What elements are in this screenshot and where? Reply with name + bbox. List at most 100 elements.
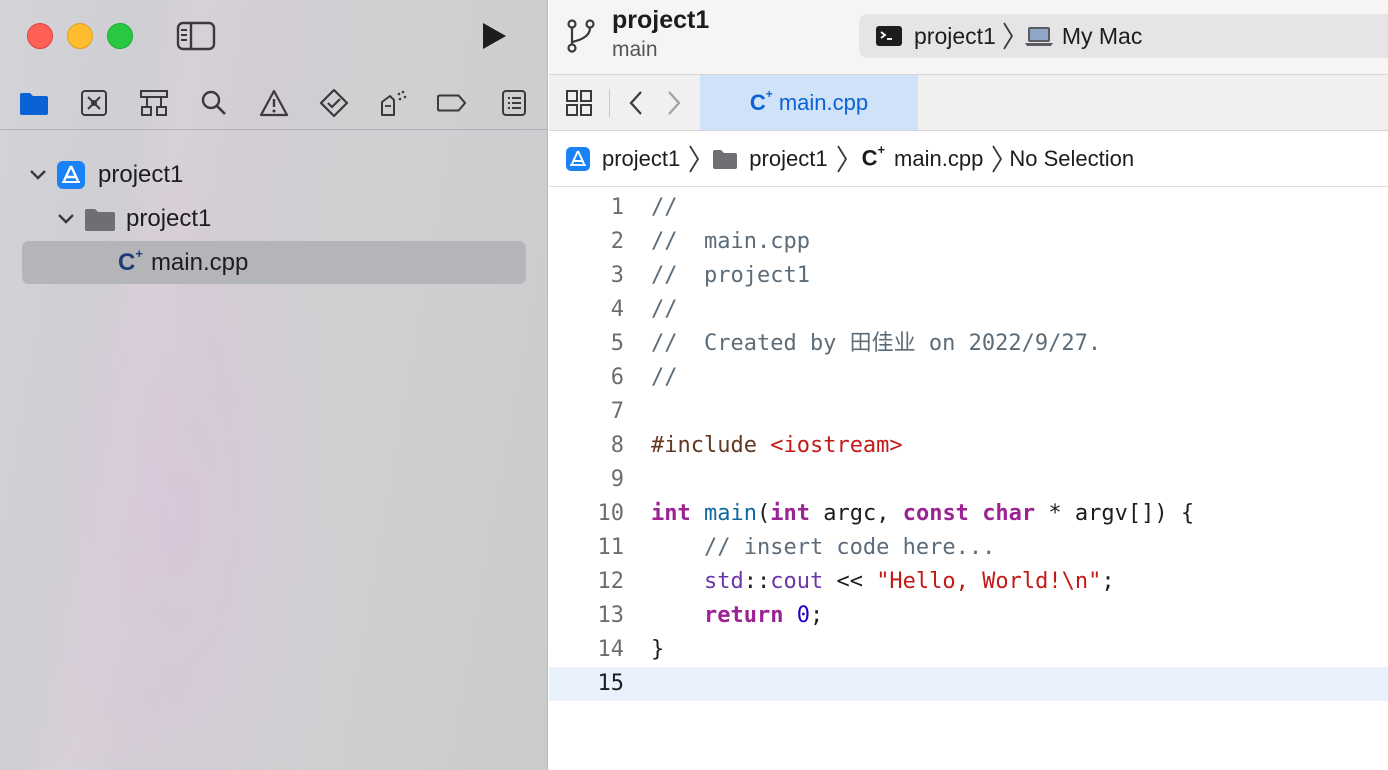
line-number: 8 [610,433,624,458]
tab-main-cpp[interactable]: C+ main.cpp [700,75,918,130]
folder-icon[interactable] [19,88,49,118]
debug-icon[interactable] [379,88,409,118]
chevron-down-icon[interactable] [54,213,78,225]
code-token: <iostream> [770,433,903,458]
zoom-window-button[interactable] [107,23,133,49]
code-line[interactable]: 10 int main(int argc, const char * argv[]… [549,497,1388,531]
forward-arrow-icon[interactable] [665,89,683,122]
code-token: // insert code here... [651,535,996,560]
jumpbar-file[interactable]: main.cpp [894,146,983,172]
run-button[interactable] [478,20,510,52]
symbol-icon[interactable] [139,88,169,118]
jumpbar-project[interactable]: project1 [602,146,680,172]
folder-icon [84,206,116,232]
code-token: #include [651,433,771,458]
minimize-window-button[interactable] [67,23,93,49]
tab-label: main.cpp [778,89,869,115]
code-line[interactable]: 6 // [549,361,1388,395]
code-line[interactable]: 2 // main.cpp [549,225,1388,259]
code-line[interactable]: 11 // insert code here... [549,531,1388,565]
line-number: 15 [597,671,625,696]
chevron-down-icon[interactable] [26,169,50,181]
tree-selection-highlight [22,241,526,284]
app-project-icon [56,160,86,190]
terminal-icon [875,25,903,47]
chevron-right-icon [1002,21,1014,51]
tree-item-label: main.cpp [150,249,249,276]
line-source: int main(int argc, const char * argv[]) … [651,497,1194,531]
line-number: 3 [610,263,624,288]
grid-icon[interactable] [565,89,593,122]
line-source: // project1 [651,259,810,293]
tree-item-folder[interactable]: project1 [54,198,211,240]
source-control-icon[interactable] [79,88,109,118]
code-line[interactable]: 9 [549,463,1388,497]
folder-icon [712,148,738,170]
jump-bar: project1 project1 C+ main.cpp No Selecti… [549,131,1388,187]
tree-item-project[interactable]: project1 [26,154,183,196]
cpp-file-icon: C+ [749,87,773,115]
test-icon[interactable] [319,88,349,118]
breakpoint-icon[interactable] [437,88,467,118]
code-token: ; [1101,569,1115,594]
back-arrow-icon[interactable] [627,89,645,122]
window-toolbar: project1 main project1 My Mac [549,0,1388,75]
line-number: 11 [597,535,625,560]
scheme-selector[interactable]: project1 My Mac [859,14,1388,58]
code-token: // [651,297,678,322]
code-token: cout [770,569,824,594]
jumpbar-symbol[interactable]: No Selection [1009,146,1134,172]
line-source: // [651,361,678,395]
line-source: std::cout << "Hello, World!\n"; [651,565,1115,599]
line-number: 4 [610,297,624,322]
code-token: int [770,501,810,526]
sidebar-toggle-icon[interactable] [176,20,216,52]
line-source: // Created by 田佳业 on 2022/9/27. [651,327,1101,361]
branch-name[interactable]: main [612,38,658,62]
code-line[interactable]: 3 // project1 [549,259,1388,293]
code-token: char [982,501,1036,526]
run-destination[interactable]: My Mac [1062,23,1143,50]
code-line[interactable]: 13 return 0; [549,599,1388,633]
code-token: // [651,195,678,220]
cpp-file-icon: C+ [118,246,143,276]
code-token: // [651,365,678,390]
code-token: // Created by 田佳业 on 2022/9/27. [651,331,1102,356]
line-source: return 0; [651,599,823,633]
code-token: std [651,569,744,594]
close-window-button[interactable] [27,23,53,49]
scheme-name[interactable]: project1 [914,23,996,50]
code-token: ; [809,603,824,628]
editor-tab-bar: C+ main.cpp [549,75,1388,131]
code-token: argc, [809,501,903,526]
tree-item-file[interactable]: C+ main.cpp [118,242,248,284]
report-icon[interactable] [499,88,529,118]
jumpbar-folder[interactable]: project1 [749,146,827,172]
warning-icon[interactable] [259,88,289,118]
code-token: 0 [796,603,810,628]
code-line[interactable]: 1 // [549,191,1388,225]
line-source: // [651,293,678,327]
code-token: "Hello, World!\n" [876,569,1102,594]
app-project-icon[interactable] [565,146,591,172]
code-line[interactable]: 7 [549,395,1388,429]
code-line[interactable]: 8 #include <iostream> [549,429,1388,463]
navigator-sidebar: project1 project1 C+ main.cpp [0,0,548,770]
line-number: 12 [597,569,625,594]
code-token: return [703,603,784,628]
code-line[interactable]: 4 // [549,293,1388,327]
code-line[interactable]: 14} [549,633,1388,667]
search-icon[interactable] [199,88,229,118]
code-line[interactable]: 5 // Created by 田佳业 on 2022/9/27. [549,327,1388,361]
laptop-icon [1024,25,1054,47]
code-editor[interactable]: 1 // 2 // main.cpp 3 // project1 4 // 5 // Create… [549,191,1388,701]
code-token: main [704,501,757,526]
code-line[interactable]: 12 std::cout << "Hello, World!\n"; [549,565,1388,599]
line-number: 6 [610,365,624,390]
line-source: #include <iostream> [651,429,903,463]
code-line[interactable]: 15 [549,667,1388,701]
code-token: // project1 [651,263,810,288]
